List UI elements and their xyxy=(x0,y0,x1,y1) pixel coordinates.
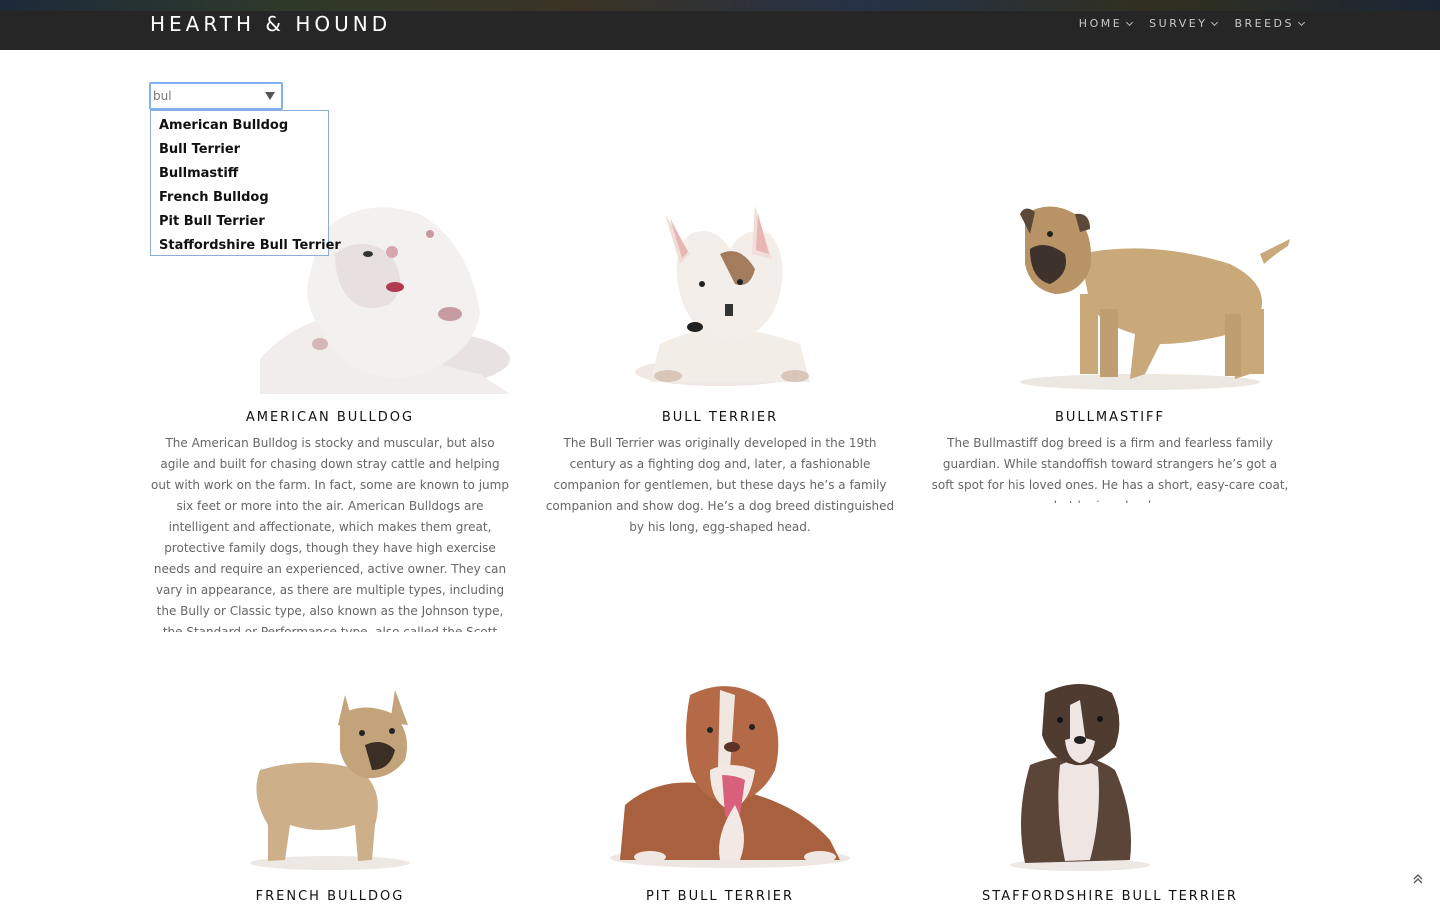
pit-bull-terrier-image xyxy=(610,686,850,868)
breed-title: BULL TERRIER xyxy=(661,410,779,425)
site-header: HEARTH & HOUND HOME SURVEY BREEDS xyxy=(0,0,1440,50)
breed-title: FRENCH BULLDOG xyxy=(255,889,405,904)
bullmastiff-image xyxy=(1020,206,1290,390)
breed-title: BULLMASTIFF xyxy=(1054,410,1165,425)
nav-item-survey[interactable]: SURVEY xyxy=(1149,17,1219,31)
breed-search-input[interactable] xyxy=(153,87,261,105)
breed-description: The American Bulldog is stocky and muscu… xyxy=(151,436,509,632)
breed-title: STAFFORDSHIRE BULL TERRIER xyxy=(982,889,1238,904)
chevron-down-icon xyxy=(1126,18,1134,26)
nav-item-breeds[interactable]: BREEDS xyxy=(1234,17,1306,31)
main-nav: HOME SURVEY BREEDS xyxy=(1078,17,1306,31)
breed-search-combobox[interactable] xyxy=(149,82,283,110)
breed-suggestions-list: American Bulldog Bull Terrier Bullmastif… xyxy=(150,110,341,258)
suggestion-pit-bull-terrier[interactable]: Pit Bull Terrier xyxy=(151,210,328,234)
french-bulldog-image xyxy=(250,690,410,870)
breed-description: The Bull Terrier was originally develope… xyxy=(545,436,895,534)
suggestion-bull-terrier[interactable]: Bull Terrier xyxy=(151,138,328,162)
nav-label: BREEDS xyxy=(1234,17,1294,30)
suggestion-staffordshire-bull-terrier[interactable]: Staffordshire Bull Terrier xyxy=(151,234,341,258)
suggestion-american-bulldog[interactable]: American Bulldog xyxy=(151,114,328,138)
staffordshire-bull-terrier-image xyxy=(1010,684,1150,871)
header-hero-strip xyxy=(0,0,1440,11)
chevron-down-icon xyxy=(1297,18,1306,26)
triangle-down-icon[interactable] xyxy=(265,92,275,100)
bull-terrier-image xyxy=(635,206,810,386)
nav-item-home[interactable]: HOME xyxy=(1078,17,1134,31)
nav-label: HOME xyxy=(1078,17,1123,30)
breed-title: PIT BULL TERRIER xyxy=(645,889,795,904)
chevron-down-icon xyxy=(1211,18,1219,26)
suggestion-bullmastiff[interactable]: Bullmastiff xyxy=(151,162,328,186)
site-brand[interactable]: HEARTH & HOUND xyxy=(150,12,391,36)
breed-title: AMERICAN BULLDOG xyxy=(245,410,415,425)
nav-label: SURVEY xyxy=(1149,17,1208,30)
double-chevron-up-icon[interactable] xyxy=(1411,872,1425,886)
breed-description: The Bullmastiff dog breed is a firm and … xyxy=(931,436,1289,503)
suggestion-french-bulldog[interactable]: French Bulldog xyxy=(151,186,328,210)
